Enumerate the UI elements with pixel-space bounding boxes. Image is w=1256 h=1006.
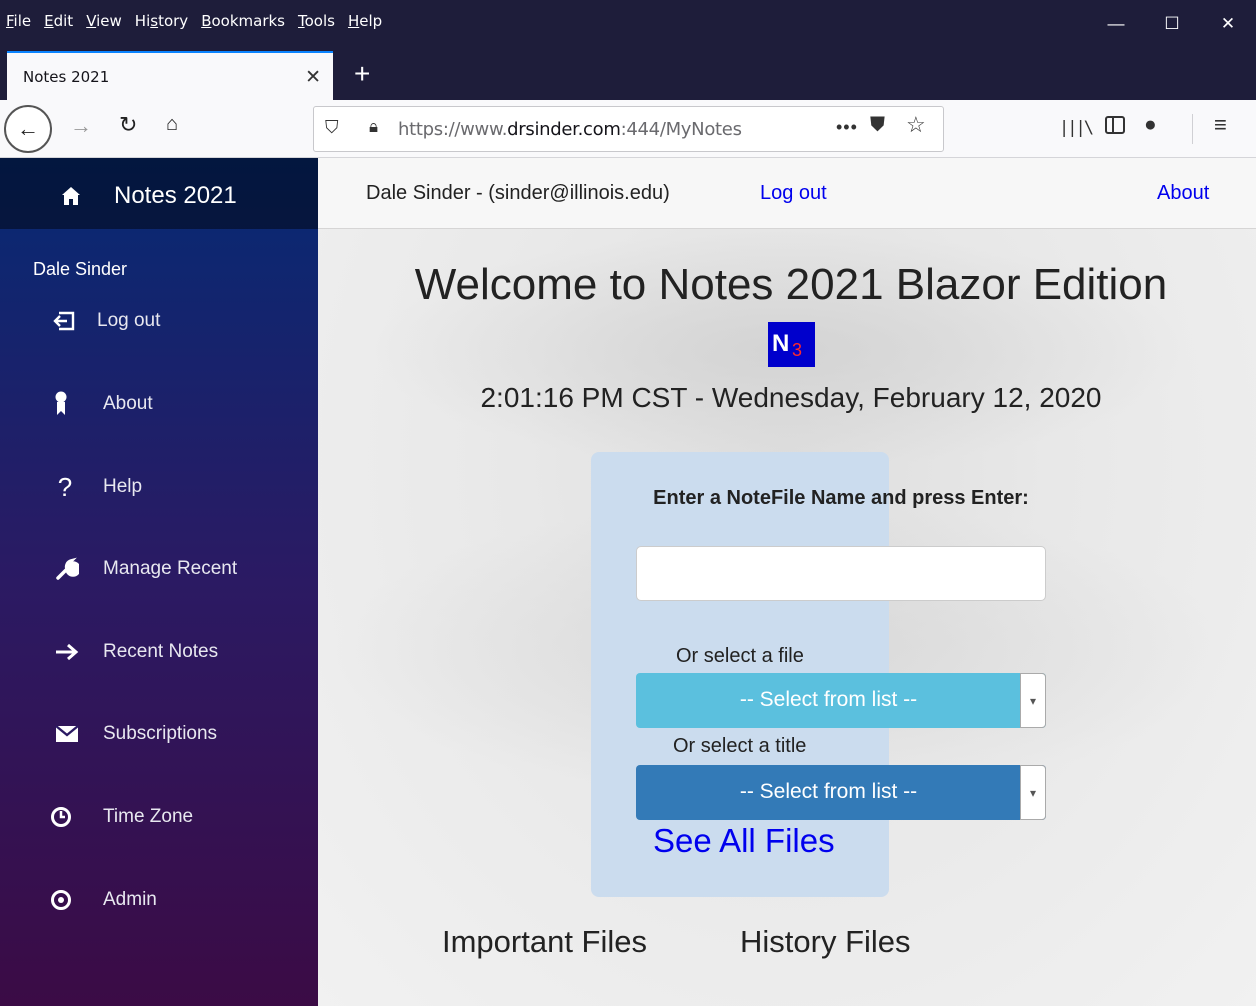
sidebar-item-label: Manage Recent — [103, 558, 238, 579]
menu-edit[interactable]: Edit — [44, 12, 73, 30]
notefile-name-input[interactable] — [636, 546, 1046, 601]
brand-title[interactable]: Notes 2021 — [114, 182, 237, 210]
library-icon[interactable]: |||\ — [1059, 118, 1094, 138]
account-icon[interactable]: ● — [1144, 113, 1157, 137]
home-icon[interactable] — [61, 186, 81, 206]
badge-icon — [46, 389, 76, 419]
sidebar-item-label: Subscriptions — [103, 723, 218, 744]
about-link[interactable]: About — [1157, 182, 1209, 205]
sidebar-item-manage-recent[interactable]: Manage Recent — [0, 554, 318, 594]
menu-help[interactable]: Help — [348, 12, 382, 30]
wrench-icon — [52, 554, 82, 584]
sidebar-item-label: Recent Notes — [103, 641, 219, 662]
chevron-down-icon[interactable]: ▾ — [1020, 765, 1046, 820]
page-title: Welcome to Notes 2021 Blazor Edition — [414, 260, 1168, 309]
pocket-icon[interactable]: ⛊ — [870, 114, 885, 137]
history-files-heading[interactable]: History Files — [740, 924, 911, 960]
maximize-button[interactable]: ☐ — [1144, 0, 1200, 48]
menu-bookmarks[interactable]: Bookmarks — [201, 12, 285, 30]
user-info: Dale Sinder - (sinder@illinois.edu) — [366, 182, 670, 204]
sidebar-item-help[interactable]: ? Help — [0, 472, 318, 512]
sidebar-item-label: Help — [103, 476, 143, 497]
close-window-button[interactable]: ✕ — [1200, 0, 1256, 48]
home-icon[interactable]: ⌂ — [166, 113, 178, 136]
sidebar-item-logout[interactable]: Log out — [0, 306, 318, 346]
sidebar-item-recent-notes[interactable]: Recent Notes — [0, 637, 318, 677]
sidebar-item-label: About — [103, 393, 153, 414]
file-select-value: -- Select from list -- — [739, 688, 918, 711]
url-text[interactable]: https://www.drsinder.com:444/MyNotes — [398, 119, 742, 140]
new-tab-button[interactable]: + — [354, 58, 370, 90]
browser-tab[interactable]: Notes 2021 ✕ — [7, 51, 333, 100]
sidebar-item-subscriptions[interactable]: Subscriptions — [0, 719, 318, 759]
notefile-prompt: Enter a NoteFile Name and press Enter: — [653, 487, 1029, 509]
sidebar-item-admin[interactable]: Admin — [0, 885, 318, 925]
logout-link[interactable]: Log out — [760, 182, 827, 205]
logo-number: 3 — [792, 340, 803, 360]
sidebar-item-about[interactable]: About — [0, 389, 318, 429]
envelope-icon — [52, 719, 82, 749]
clock-icon — [46, 802, 76, 832]
select-file-label: Or select a file — [676, 645, 804, 667]
minimize-button[interactable]: — — [1088, 0, 1144, 48]
sidebar-item-label: Time Zone — [103, 806, 194, 827]
menu-bar: File Edit View History Bookmarks Tools H… — [0, 0, 395, 48]
sidebar-toggle-icon[interactable] — [1105, 116, 1125, 134]
menu-view[interactable]: View — [86, 12, 122, 30]
file-select[interactable]: -- Select from list -- ▾ — [636, 673, 1046, 728]
sidebar-item-label: Admin — [103, 889, 157, 910]
clock-display: 2:01:16 PM CST - Wednesday, February 12,… — [480, 382, 1102, 413]
back-arrow-icon[interactable]: ← — [4, 105, 52, 153]
sidebar-item-time-zone[interactable]: Time Zone — [0, 802, 318, 842]
arrow-right-icon — [52, 637, 82, 667]
logo-letter: N — [772, 330, 790, 357]
menu-file[interactable]: File — [6, 12, 31, 30]
reload-icon[interactable]: ↻ — [119, 112, 137, 138]
lock-icon[interactable]: 🔒︎ — [369, 117, 378, 137]
forward-arrow-icon[interactable]: → — [70, 113, 92, 139]
important-files-heading[interactable]: Important Files — [442, 924, 647, 960]
notes-logo: N 3 — [768, 322, 815, 367]
tab-close-icon[interactable]: ✕ — [305, 66, 321, 89]
see-all-files-link[interactable]: See All Files — [653, 822, 835, 860]
title-select-value: -- Select from list -- — [739, 780, 918, 803]
sidebar-user-name: Dale Sinder — [33, 259, 128, 279]
page-actions-icon[interactable]: ••• — [836, 117, 858, 138]
question-icon: ? — [57, 471, 73, 502]
menu-history[interactable]: History — [135, 12, 188, 30]
sign-out-icon — [50, 306, 80, 336]
tracking-shield-icon[interactable]: ⛉ — [325, 117, 339, 138]
admin-icon — [46, 885, 76, 915]
bookmark-star-icon[interactable]: ☆ — [906, 112, 926, 138]
chevron-down-icon[interactable]: ▾ — [1020, 673, 1046, 728]
menu-tools[interactable]: Tools — [298, 12, 335, 30]
window-controls: — ☐ ✕ — [1088, 0, 1256, 48]
title-select[interactable]: -- Select from list -- ▾ — [636, 765, 1046, 820]
tab-title: Notes 2021 — [23, 67, 110, 86]
hamburger-menu-icon[interactable]: ≡ — [1214, 112, 1227, 138]
select-title-label: Or select a title — [673, 735, 807, 757]
sidebar-item-label: Log out — [97, 310, 161, 331]
toolbar-separator — [1192, 114, 1193, 144]
